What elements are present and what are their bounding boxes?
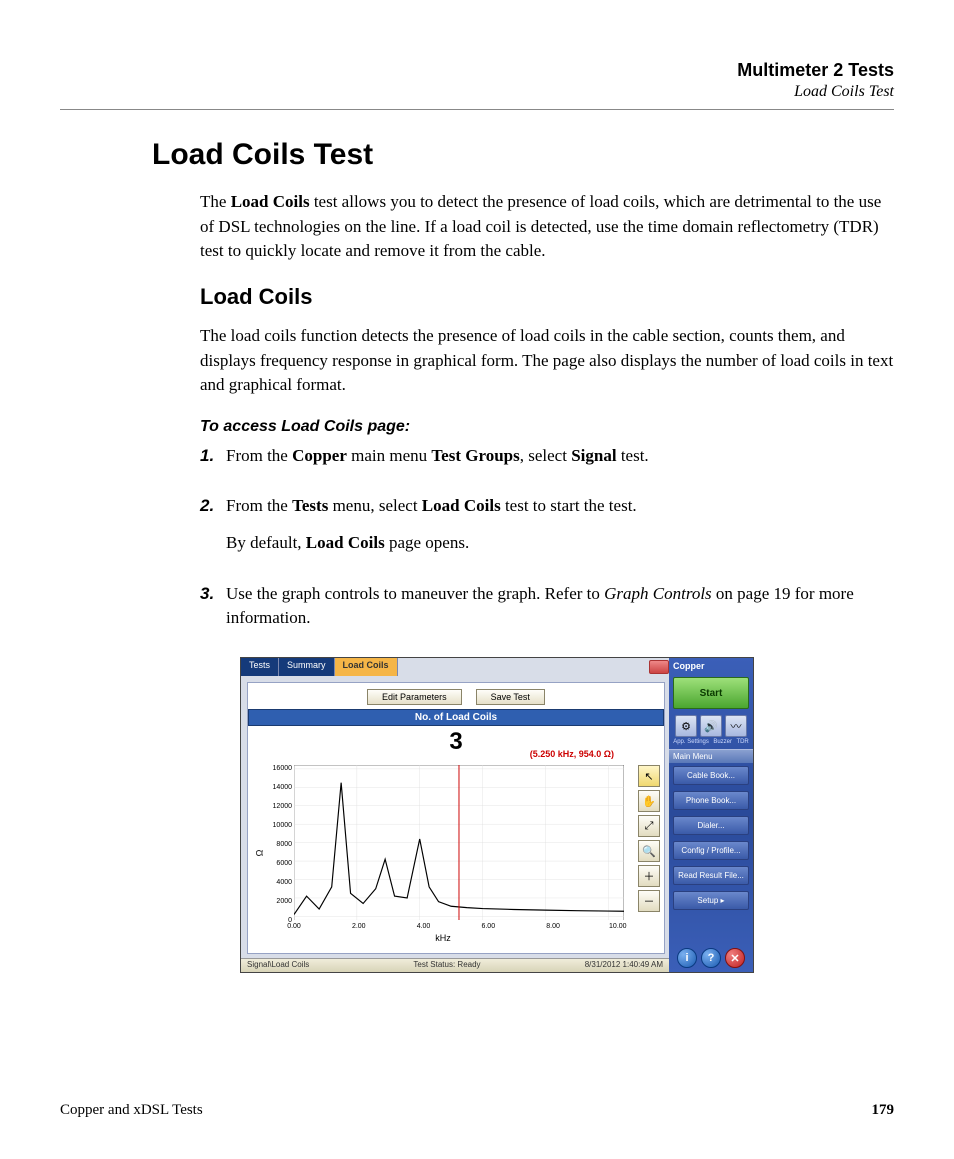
header-rule (60, 109, 894, 110)
step-3: 3. Use the graph controls to maneuver th… (200, 582, 894, 643)
status-path: Signal\Load Coils (241, 959, 315, 972)
step-number: 2. (200, 494, 226, 567)
icon-label: TDR (736, 739, 748, 745)
icon-label: Buzzer (713, 739, 732, 745)
step-number: 3. (200, 582, 226, 643)
info-icon[interactable]: i (677, 948, 697, 968)
x-tick: 8.00 (546, 923, 560, 930)
x-axis-label: kHz (435, 933, 451, 943)
header-section: Load Coils Test (60, 83, 894, 101)
start-button[interactable]: Start (673, 677, 749, 709)
step-2: 2. From the Tests menu, select Load Coil… (200, 494, 894, 567)
page-title: Load Coils Test (152, 138, 894, 172)
menu-read-result[interactable]: Read Result File... (673, 866, 749, 885)
menu-config-profile[interactable]: Config / Profile... (673, 841, 749, 860)
y-tick: 4000 (262, 879, 292, 886)
status-timestamp: 8/31/2012 1:40:49 AM (579, 959, 671, 972)
header-chapter: Multimeter 2 Tests (60, 60, 894, 81)
x-tick: 0.00 (287, 923, 301, 930)
tdr-icon[interactable]: 〰 (725, 715, 747, 737)
result-title-bar: No. of Load Coils (248, 709, 664, 726)
y-tick: 12000 (262, 803, 292, 810)
step-body: From the Copper main menu Test Groups, s… (226, 444, 894, 481)
page-header: Multimeter 2 Tests Load Coils Test (60, 60, 894, 101)
impedance-chart[interactable] (294, 765, 624, 920)
load-coils-description: The load coils function detects the pres… (200, 324, 894, 398)
help-icon[interactable]: ? (701, 948, 721, 968)
side-panel: Copper Start ⚙ 🔊 〰 App. Settings Buzzer … (669, 658, 753, 972)
close-icon[interactable]: ✕ (725, 948, 745, 968)
menu-setup[interactable]: Setup ▸ (673, 891, 749, 910)
x-tick: 10.00 (609, 923, 627, 930)
x-tick: 6.00 (481, 923, 495, 930)
subheading-load-coils: Load Coils (200, 284, 894, 310)
footer-title: Copper and xDSL Tests (60, 1102, 203, 1119)
intro-paragraph: The Load Coils test allows you to detect… (200, 190, 894, 264)
tab-summary[interactable]: Summary (279, 658, 335, 676)
page-number: 179 (872, 1102, 895, 1119)
status-bar: Signal\Load Coils Test Status: Ready 8/3… (241, 958, 671, 972)
buzzer-icon[interactable]: 🔊 (700, 715, 722, 737)
main-content: Edit Parameters Save Test No. of Load Co… (247, 682, 665, 954)
menu-cable-book[interactable]: Cable Book... (673, 766, 749, 785)
x-tick: 2.00 (352, 923, 366, 930)
side-panel-title: Copper (669, 658, 753, 674)
tab-bar: Tests Summary Load Coils (241, 658, 398, 676)
chart-area[interactable]: Ω kHz 0200040006000800010000120001400016… (258, 765, 628, 941)
save-test-button[interactable]: Save Test (476, 689, 545, 705)
zoom-tool-icon[interactable]: 🔍 (638, 840, 660, 862)
page-footer: Copper and xDSL Tests 179 (60, 1102, 894, 1119)
zoom-in-tool-icon[interactable]: ＋ (638, 865, 660, 887)
y-tick: 10000 (262, 822, 292, 829)
menu-dialer[interactable]: Dialer... (673, 816, 749, 835)
tab-tests[interactable]: Tests (241, 658, 279, 676)
chart-tools: ↖ ✋ ⤢ 🔍 ＋ － (638, 765, 660, 912)
y-tick: 2000 (262, 898, 292, 905)
connection-indicator-icon (649, 660, 669, 674)
pointer-tool-icon[interactable]: ↖ (638, 765, 660, 787)
step-body: From the Tests menu, select Load Coils t… (226, 494, 894, 567)
instruction-title: To access Load Coils page: (200, 418, 894, 436)
y-tick: 8000 (262, 841, 292, 848)
app-settings-icon[interactable]: ⚙ (675, 715, 697, 737)
device-screenshot: Tests Summary Load Coils Edit Parameters… (240, 657, 754, 973)
x-tick: 4.00 (417, 923, 431, 930)
chart-marker-label: (5.250 kHz, 954.0 Ω) (530, 749, 614, 759)
y-tick: 14000 (262, 784, 292, 791)
menu-header: Main Menu (669, 749, 753, 763)
y-tick: 16000 (262, 765, 292, 772)
status-text: Test Status: Ready (315, 959, 578, 972)
zoom-out-tool-icon[interactable]: － (638, 890, 660, 912)
step-1: 1. From the Copper main menu Test Groups… (200, 444, 894, 481)
step-number: 1. (200, 444, 226, 481)
pan-tool-icon[interactable]: ✋ (638, 790, 660, 812)
edit-parameters-button[interactable]: Edit Parameters (367, 689, 462, 705)
y-axis-label: Ω (254, 850, 264, 857)
zoom-selection-tool-icon[interactable]: ⤢ (638, 815, 660, 837)
icon-label: App. Settings (673, 739, 709, 745)
tab-load-coils[interactable]: Load Coils (335, 658, 398, 676)
main-panel: Tests Summary Load Coils Edit Parameters… (241, 658, 671, 972)
step-body: Use the graph controls to maneuver the g… (226, 582, 894, 643)
y-tick: 6000 (262, 860, 292, 867)
menu-phone-book[interactable]: Phone Book... (673, 791, 749, 810)
